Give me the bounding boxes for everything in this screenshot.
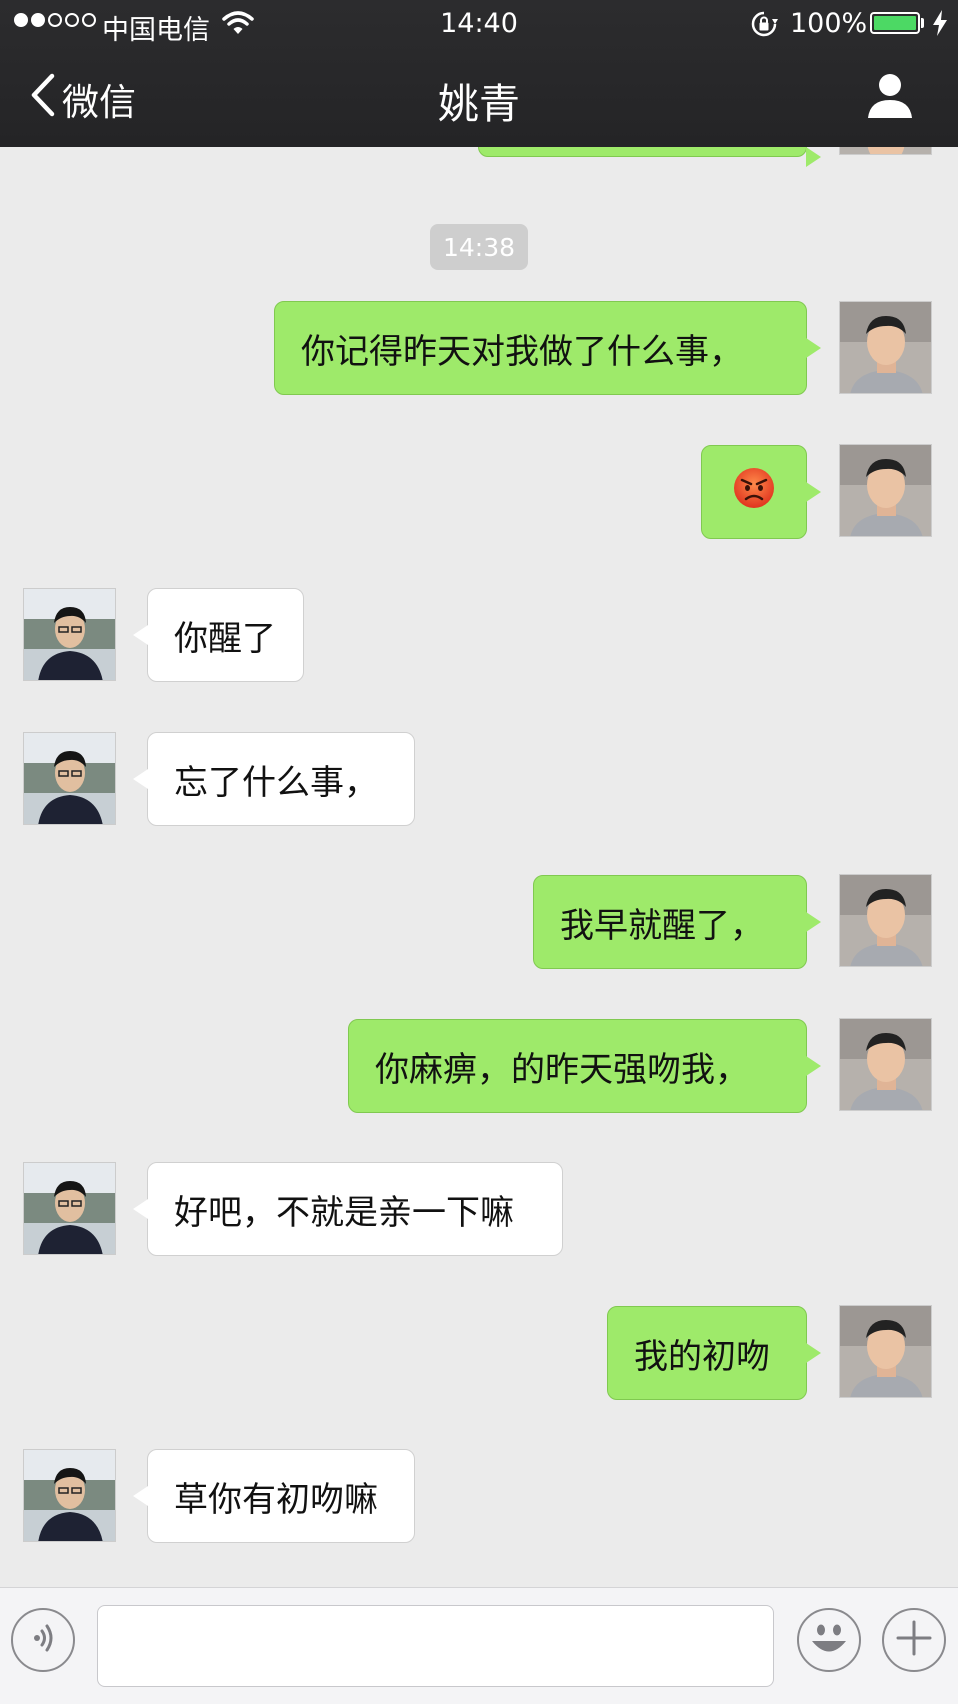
my-avatar[interactable] <box>839 444 932 537</box>
my-avatar[interactable] <box>839 1305 932 1398</box>
status-bar: 中国电信 14:40 100% <box>0 0 958 48</box>
battery-icon <box>870 12 920 34</box>
received-message-bubble[interactable]: 忘了什么事， <box>133 732 415 826</box>
sent-message-bubble[interactable]: 我早就醒了， <box>533 875 821 969</box>
battery-tip <box>921 18 924 28</box>
profile-button[interactable] <box>866 72 914 122</box>
contact-avatar[interactable] <box>23 732 116 825</box>
charging-bolt-icon <box>932 10 948 43</box>
input-toolbar <box>0 1587 958 1704</box>
received-message-bubble[interactable]: 好吧，不就是亲一下嘛 <box>133 1162 563 1256</box>
plus-icon <box>894 1618 934 1662</box>
contact-avatar[interactable] <box>23 588 116 681</box>
battery-level-fill <box>874 16 916 30</box>
angry-face-icon <box>733 467 775 518</box>
contact-avatar[interactable] <box>23 1162 116 1255</box>
voice-icon <box>28 1621 58 1659</box>
sent-message-bubble[interactable]: 你麻痹，的昨天强吻我， <box>348 1019 821 1113</box>
time-separator: 14:38 <box>430 224 528 270</box>
received-message-bubble[interactable]: 草你有初吻嘛 <box>133 1449 415 1543</box>
message-input[interactable] <box>97 1605 774 1687</box>
received-message-bubble[interactable]: 你醒了 <box>133 588 304 682</box>
sent-emoji-bubble[interactable] <box>701 445 821 539</box>
rotation-lock-icon <box>750 10 778 45</box>
more-button[interactable] <box>882 1608 946 1672</box>
sent-message-bubble[interactable]: 我的初吻 <box>607 1306 821 1400</box>
contact-avatar[interactable] <box>23 1449 116 1542</box>
voice-button[interactable] <box>11 1608 75 1672</box>
my-avatar[interactable] <box>839 1018 932 1111</box>
my-avatar[interactable] <box>839 874 932 967</box>
smiley-icon <box>799 1608 859 1672</box>
chat-title: 姚青 <box>438 80 520 128</box>
emoji-button[interactable] <box>797 1608 861 1672</box>
chat-area[interactable]: 14:38 你记得昨天对我做了什么事， 你醒了 忘了什么事， 我早就醒了， 你麻… <box>0 0 958 1587</box>
navigation-bar: 中国电信 14:40 100% 微信 姚青 <box>0 0 958 147</box>
person-icon <box>866 74 914 122</box>
my-avatar[interactable] <box>839 301 932 394</box>
sent-message-bubble[interactable]: 你记得昨天对我做了什么事， <box>274 301 821 395</box>
battery-percent: 100% <box>790 8 868 39</box>
